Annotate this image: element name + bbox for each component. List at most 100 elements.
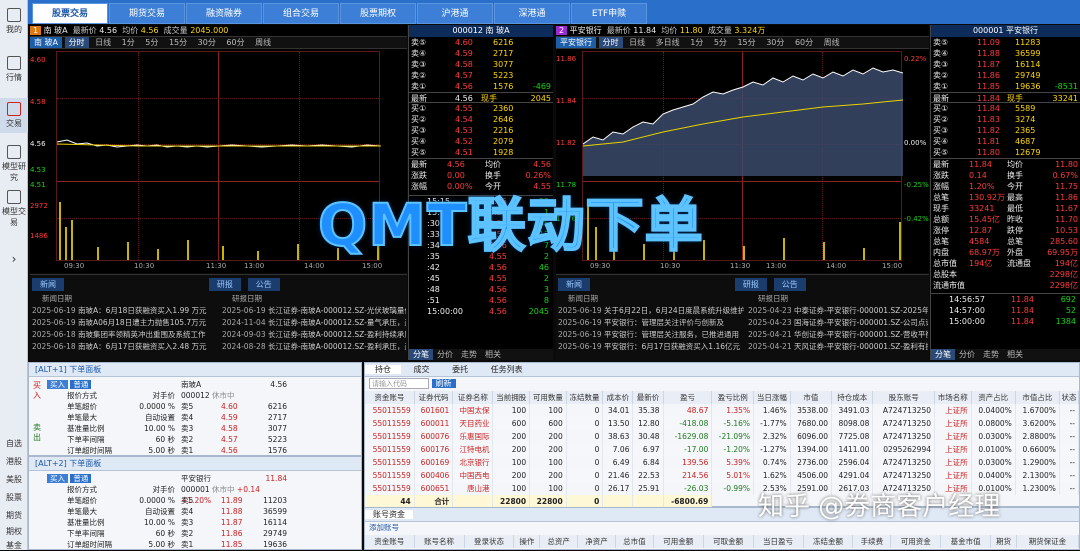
ob1-tab-related[interactable]: 相关 — [481, 349, 505, 360]
column-header[interactable]: 市值 — [790, 391, 833, 404]
column-header[interactable]: 股东账号 — [872, 391, 935, 404]
order1-book-row[interactable]: 卖1 4.56 1576 — [181, 445, 291, 456]
column-header[interactable]: 盈亏 — [663, 391, 713, 404]
search-input[interactable]: 请输入代码 — [369, 378, 429, 389]
order1-field[interactable]: 单笔超价 0.0000 % — [47, 401, 177, 412]
ob2-tab-price[interactable]: 分价 — [955, 349, 979, 360]
ob1-bid-row[interactable]: 买② 4.54 2646 — [409, 114, 553, 125]
ob1-ask-row[interactable]: 卖① 4.56 1576 -469 — [409, 81, 553, 92]
news2-research-item[interactable]: 2025-04-23 国海证券-平安银行-000001.SZ-公司点评 — [748, 317, 928, 329]
tab-stock[interactable]: 股票交易 — [32, 3, 108, 24]
column-header[interactable]: 最新价 — [632, 391, 664, 404]
expand-chevron-icon[interactable]: › — [0, 252, 28, 266]
order2-book-row[interactable]: 卖5 11.89 11203 — [181, 495, 291, 506]
tf-1m[interactable]: 1分 — [118, 37, 139, 48]
ob1-tab-trend[interactable]: 走势 — [457, 349, 481, 360]
tf-5m[interactable]: 5分 — [710, 37, 731, 48]
order2-field[interactable]: 单笔超价 0.0000 % — [47, 495, 177, 506]
news2-item[interactable]: 2025-06-19 平安银行：管理层关注评价与创新及 — [558, 317, 744, 329]
field-value[interactable]: 自动设置 — [145, 412, 175, 423]
column-header[interactable]: 净资产 — [577, 535, 616, 548]
order2-book-row[interactable]: 卖4 11.88 36599 — [181, 506, 291, 517]
tf-60m[interactable]: 60分 — [791, 37, 817, 48]
table-row[interactable]: 55011559 600169 北京银行 100 100 0 6.49 6.84 139.56 5… — [365, 456, 1080, 469]
field-value[interactable]: 60 秒 — [156, 528, 175, 539]
tab-options[interactable]: 股票期权 — [340, 3, 416, 24]
field-value[interactable]: 0.0000 % — [139, 495, 175, 506]
column-header[interactable]: 可用金额 — [653, 535, 704, 548]
sidebar-quick-futures[interactable]: 期货 — [0, 510, 28, 521]
news1-tab-news[interactable]: 新闻 — [32, 278, 64, 291]
news1-research-item[interactable]: 2024-09-03 长江证券-南玻A-000012.SZ-盈利持续承压 — [222, 329, 406, 341]
order1-tab-normal[interactable]: 普通 — [70, 380, 92, 389]
order1-buy-side[interactable]: 买入 — [33, 381, 45, 401]
column-header[interactable]: 可取金额 — [703, 535, 754, 548]
news2-item[interactable]: 2025-06-19 平安银行：6月17日获融资买入1.16亿元 — [558, 341, 744, 353]
order2-field[interactable]: 订单超时间隔 5.00 秒 — [47, 539, 177, 550]
column-header[interactable]: 状态 — [1059, 391, 1080, 404]
tab-trades[interactable]: 成交 — [404, 365, 440, 374]
news1-item[interactable]: 2025-06-18 南玻A：6月17日获融资买入2.48 万元 — [32, 341, 218, 353]
news2-research-item[interactable]: 2025-04-21 天风证券-平安银行-000001.SZ-盈利有提升 — [748, 341, 928, 353]
column-header[interactable]: 市值占比 — [1015, 391, 1060, 404]
ob2-ask-row[interactable]: 卖④ 11.88 36599 — [931, 48, 1080, 59]
ob1-ask-row[interactable]: 卖④ 4.59 2717 — [409, 48, 553, 59]
tf-intraday[interactable]: 分时 — [64, 37, 89, 48]
order2-field[interactable]: 基准量比例 10.00 % — [47, 517, 177, 528]
table-row[interactable]: 55011559 600011 天目药业 600 600 0 13.50 12.80 -418.… — [365, 417, 1080, 430]
ob2-tab-ticks[interactable]: 分笔 — [931, 349, 955, 360]
tab-sh-hk[interactable]: 沪港通 — [417, 3, 493, 24]
column-header[interactable]: 证券名称 — [452, 391, 494, 404]
order2-tab-buy[interactable]: 买入 — [47, 474, 68, 483]
column-header[interactable]: 市场名称 — [934, 391, 972, 404]
field-value[interactable]: 60 秒 — [156, 434, 175, 445]
order2-book-row[interactable]: 卖1 11.85 19636 — [181, 539, 291, 550]
column-header[interactable]: 冻结数量 — [566, 391, 604, 404]
order1-field[interactable]: 基准量比例 10.00 % — [47, 423, 177, 434]
ob1-tab-price[interactable]: 分价 — [433, 349, 457, 360]
tab-futures[interactable]: 期货交易 — [109, 3, 185, 24]
tf-30m[interactable]: 30分 — [762, 37, 788, 48]
add-account-button[interactable]: 添加账号 — [365, 522, 1079, 535]
ob2-bid-row[interactable]: 买④ 11.81 4687 — [931, 136, 1080, 147]
column-header[interactable]: 账号名称 — [414, 535, 465, 548]
ob1-bid-row[interactable]: 买① 4.55 2360 — [409, 103, 553, 114]
news2-item[interactable]: 2025-06-19 关于6月22日，6月24日度晨系统升级维护的 — [558, 305, 744, 317]
ob2-bid-row[interactable]: 买③ 11.82 2365 — [931, 125, 1080, 136]
tf-weekly[interactable]: 周线 — [820, 37, 844, 48]
sidebar-item-quotes[interactable]: 行情 — [0, 56, 28, 83]
ob2-ask-row[interactable]: 卖⑤ 11.09 11283 — [931, 37, 1080, 48]
tab-positions[interactable]: 持仓 — [365, 365, 401, 374]
column-header[interactable]: 资金账号 — [365, 535, 415, 548]
column-header[interactable]: 资金账号 — [365, 391, 415, 404]
tab-portfolio[interactable]: 组合交易 — [263, 3, 339, 24]
sidebar-quick-hk[interactable]: 港股 — [0, 456, 28, 467]
sidebar-quick-stock[interactable]: 股票 — [0, 492, 28, 503]
column-header[interactable]: 手续费 — [852, 535, 892, 548]
sidebar-item-mine[interactable]: 我的 — [0, 8, 28, 35]
order1-book-row[interactable]: 卖3 4.58 3077 — [181, 423, 291, 434]
tab-tasks[interactable]: 任务列表 — [481, 365, 533, 374]
ob1-ask-row[interactable]: 卖③ 4.58 3077 — [409, 59, 553, 70]
news1-tab-notice[interactable]: 公告 — [247, 278, 280, 291]
field-value[interactable]: 5.00 秒 — [148, 445, 175, 456]
column-header[interactable]: 当前拥股 — [492, 391, 531, 404]
column-header[interactable]: 操作 — [513, 535, 541, 548]
column-header[interactable]: 基金市值 — [940, 535, 992, 548]
order1-book-row[interactable]: 卖2 4.57 5223 — [181, 434, 291, 445]
ob1-tab-ticks[interactable]: 分笔 — [409, 349, 433, 360]
tab-orders[interactable]: 委托 — [442, 365, 478, 374]
news1-item[interactable]: 2025-06-18 南玻集团率领精英冲出重围及系统工作 — [32, 329, 218, 341]
column-header[interactable]: 持仓成本 — [831, 391, 874, 404]
news1-item[interactable]: 2025-06-19 南玻A：6月18日获融资买入1.99 万元 — [32, 305, 218, 317]
news1-research-item[interactable]: 2024-08-28 长江证券-南玻A-000012.SZ-盈利承压，盈利 — [222, 341, 406, 353]
tf-multi-day[interactable]: 多日线 — [652, 37, 684, 48]
tf-30m[interactable]: 30分 — [194, 37, 220, 48]
news2-tab-notice[interactable]: 公告 — [773, 278, 806, 291]
column-header[interactable]: 资产占比 — [971, 391, 1016, 404]
sidebar-quick-fund[interactable]: 基金 — [0, 540, 28, 551]
table-row[interactable]: 55011559 601601 中国太保 100 100 0 34.01 35.38 48.67… — [365, 404, 1080, 417]
tab-margin[interactable]: 融资融券 — [186, 3, 262, 24]
ob2-tab-trend[interactable]: 走势 — [979, 349, 1003, 360]
column-header[interactable]: 证券代码 — [414, 391, 454, 404]
